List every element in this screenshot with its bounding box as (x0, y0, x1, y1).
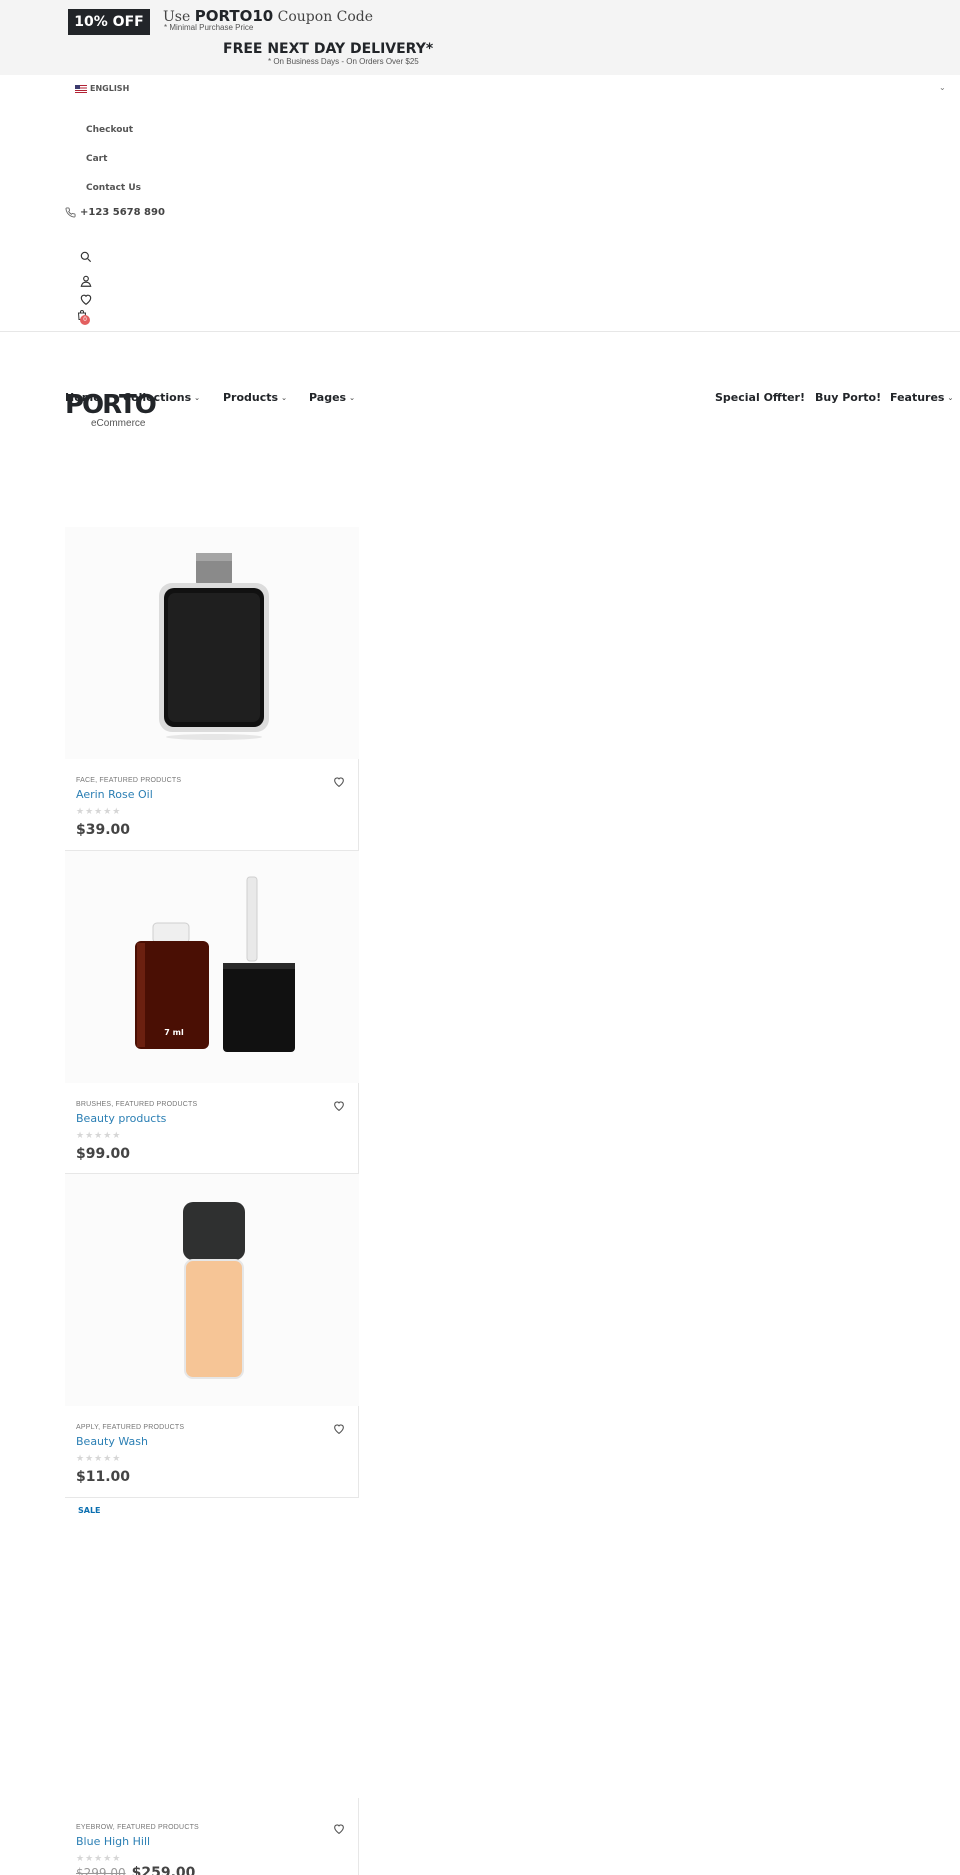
product-image[interactable]: 7 ml (65, 851, 359, 1083)
product-image[interactable] (65, 1174, 359, 1406)
delivery-note: * On Business Days - On Orders Over $25 (268, 57, 419, 66)
nav-pages[interactable]: Pages ⌄ (309, 391, 355, 404)
product-grid: FACE, FEATURED PRODUCTS Aerin Rose Oil ★… (65, 527, 359, 1875)
contact-us-link[interactable]: Contact Us (86, 183, 141, 193)
phone-icon (65, 207, 76, 218)
chevron-down-icon[interactable]: ⌄ (939, 83, 946, 92)
chevron-down-icon: ⌄ (194, 393, 200, 402)
nav-pages-label: Pages (309, 391, 347, 404)
chevron-down-icon: ⌄ (281, 393, 287, 402)
wishlist-heart-icon[interactable] (332, 1822, 346, 1835)
logo-subtitle: eCommerce (91, 418, 146, 429)
nav-home-label: Home (65, 391, 101, 404)
search-icon[interactable] (79, 250, 93, 264)
old-price: $299.00 (76, 1866, 126, 1875)
coupon-suffix: Coupon Code (273, 9, 374, 25)
product-title[interactable]: Aerin Rose Oil (76, 788, 153, 801)
sale-badge: SALE (78, 1506, 101, 1515)
product-title[interactable]: Blue High Hill (76, 1835, 150, 1848)
language-label: ENGLISH (90, 84, 130, 93)
checkout-link[interactable]: Checkout (86, 125, 133, 135)
price-value: $99.00 (76, 1146, 131, 1162)
nav-products-label: Products (223, 391, 279, 404)
nav-features-label: Features (890, 391, 945, 404)
product-price: $99.00 (76, 1146, 130, 1162)
wishlist-heart-icon[interactable] (332, 1099, 346, 1112)
promo-bar: 10% OFF Use PORTO10 Coupon Code * Minima… (0, 0, 960, 75)
nav-special-offer-label: Special Offter! (715, 391, 805, 404)
product-card[interactable]: APPLY, FEATURED PRODUCTS Beauty Wash ★★★… (65, 1174, 359, 1498)
product-title[interactable]: Beauty Wash (76, 1435, 148, 1448)
nav-home[interactable]: Home (65, 391, 101, 404)
price-value: $259.00 (131, 1865, 196, 1875)
product-card[interactable]: FACE, FEATURED PRODUCTS Aerin Rose Oil ★… (65, 527, 359, 851)
nail-polish-image: 7 ml (135, 876, 295, 1052)
free-delivery-text: FREE NEXT DAY DELIVERY* (223, 41, 434, 57)
nav-buy-porto[interactable]: Buy Porto! (815, 391, 881, 404)
min-purchase-note: * Minimal Purchase Price (164, 23, 254, 32)
bottle-label: 7 ml (164, 1028, 184, 1037)
price-value: $11.00 (76, 1469, 131, 1485)
product-price: $11.00 (76, 1469, 130, 1485)
promo-badge: 10% OFF (68, 9, 150, 35)
rating-stars: ★★★★★ (76, 1454, 122, 1464)
product-card[interactable]: SALE EYEBROW, FEATURED PRODUCTS Blue Hig… (65, 1498, 359, 1875)
phone-number: +123 5678 890 (80, 207, 165, 218)
chevron-down-icon: ⌄ (349, 393, 355, 402)
heart-icon[interactable] (79, 292, 93, 306)
product-category[interactable]: APPLY, FEATURED PRODUCTS (76, 1424, 184, 1431)
product-image[interactable] (65, 1498, 359, 1798)
us-flag-icon (75, 84, 87, 93)
rating-stars: ★★★★★ (76, 1854, 122, 1864)
wishlist-heart-icon[interactable] (332, 775, 346, 788)
product-category[interactable]: BRUSHES, FEATURED PRODUCTS (76, 1101, 197, 1108)
user-icon[interactable] (79, 274, 93, 288)
language-switcher[interactable]: ENGLISH (75, 84, 129, 93)
product-category[interactable]: FACE, FEATURED PRODUCTS (76, 777, 181, 784)
price-value: $39.00 (76, 822, 131, 838)
cart-link[interactable]: Cart (86, 154, 107, 164)
nav-products[interactable]: Products ⌄ (223, 391, 287, 404)
header-divider (0, 331, 960, 332)
product-card[interactable]: 7 ml BRUSHES, FEATURED PRODUCTS Beauty p… (65, 851, 359, 1174)
wishlist-heart-icon[interactable] (332, 1422, 346, 1435)
product-title[interactable]: Beauty products (76, 1112, 166, 1125)
chevron-down-icon: ⌄ (947, 393, 954, 402)
perfume-bottle-image (159, 553, 269, 740)
nav-features[interactable]: Features ⌄ (890, 391, 953, 404)
product-image[interactable] (65, 527, 359, 759)
product-category[interactable]: EYEBROW, FEATURED PRODUCTS (76, 1824, 199, 1831)
nav-special-offer[interactable]: Special Offter! (715, 391, 805, 404)
cart-count-badge: 0 (80, 315, 90, 325)
phone-contact[interactable]: +123 5678 890 (65, 207, 165, 218)
rating-stars: ★★★★★ (76, 1131, 122, 1141)
nav-buy-porto-label: Buy Porto! (815, 391, 882, 404)
product-price: $299.00 $259.00 (76, 1865, 195, 1875)
nav-collections[interactable]: Collections ⌄ (123, 391, 200, 404)
foundation-bottle-image (183, 1202, 245, 1379)
product-price: $39.00 (76, 822, 130, 838)
rating-stars: ★★★★★ (76, 807, 122, 817)
nav-collections-label: Collections (123, 391, 192, 404)
